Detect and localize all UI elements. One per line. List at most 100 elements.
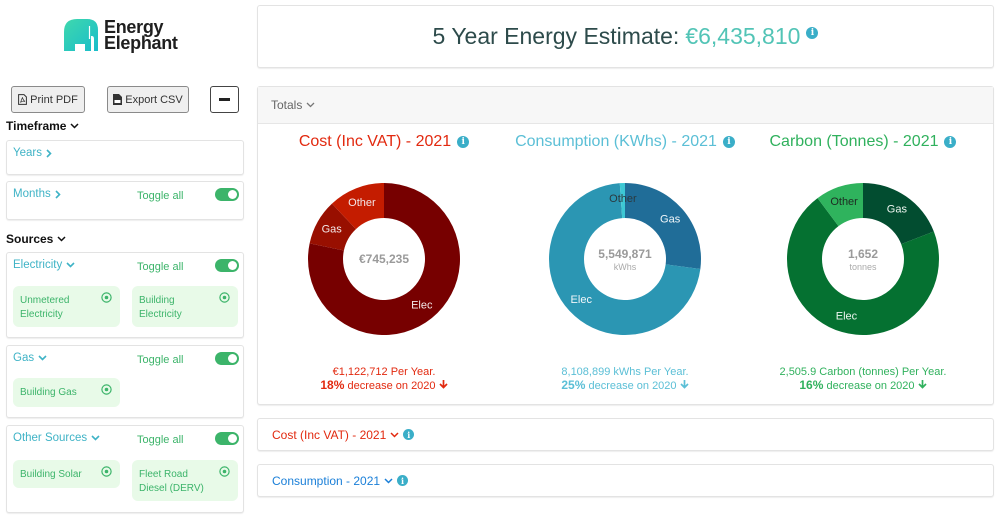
cost-donut-chart: €745,235 Elec Gas Other [308,183,460,335]
chevron-down-icon [390,431,399,438]
cost-summary: €1,122,712 Per Year. 18% decrease on 202… [264,366,504,393]
years-label: Years [13,147,42,159]
donut-label-other: Other [609,193,637,205]
info-icon[interactable]: i [806,27,819,39]
info-icon[interactable]: i [944,136,957,148]
logo[interactable]: Energy Elephant [64,18,178,53]
switch-knob [228,190,237,199]
carbon-change-text: decrease on 2020 [826,380,915,392]
consumption-change-text: decrease on 2020 [588,380,677,392]
carbon-change-pct: 16% [799,378,824,392]
arrow-down-icon [680,380,689,389]
arrow-down-icon [918,380,927,389]
consumption-change: 25% decrease on 2020 [505,379,745,393]
gas-toggle-all-label[interactable]: Toggle all [137,354,183,366]
arrow-down-icon [439,380,448,389]
chevron-right-icon [46,148,52,158]
other-sources-group-toggle[interactable]: Other Sources [13,432,100,444]
collapse-sidebar-button[interactable] [210,86,239,113]
other-toggle-all-label[interactable]: Toggle all [137,434,183,446]
cost-per-year: €1,122,712 Per Year. [332,366,436,378]
donut-label-gas: Gas [322,224,343,236]
switch-knob [228,354,237,363]
consumption-change-pct: 25% [561,378,586,392]
consumption-chart-title: Consumption (KWhs) - 2021 i [505,133,745,151]
years-card: Years [6,140,244,175]
sources-heading[interactable]: Sources [6,232,66,246]
cost-section-toggle[interactable]: Cost (Inc VAT) - 2021 i [258,419,993,450]
info-icon[interactable]: i [722,136,735,148]
switch-knob [228,434,237,443]
electricity-group-toggle[interactable]: Electricity [13,259,75,271]
timeframe-heading-label: Timeframe [6,119,67,133]
gas-toggle-all-switch[interactable] [215,352,239,365]
info-icon[interactable]: i [397,475,409,486]
cost-section-label: Cost (Inc VAT) - 2021 [272,427,387,442]
consumption-section-toggle[interactable]: Consumption - 2021 i [258,465,993,496]
cost-chart-title: Cost (Inc VAT) - 2021 i [264,133,504,151]
switch-knob [228,261,237,270]
radio-selected-icon [101,466,112,477]
other-toggle-all-switch[interactable] [215,432,239,445]
page-title: 5 Year Energy Estimate: €6,435,810 i [258,6,993,67]
radio-selected-icon [219,466,230,477]
source-chip-fleet-road-diesel[interactable]: Fleet Road Diesel (DERV) [132,460,238,501]
donut-label-other: Other [348,197,376,209]
totals-toggle[interactable]: Totals [258,87,993,124]
source-chip-label: Fleet Road Diesel (DERV) [139,469,204,494]
logo-line-2: Elephant [104,33,178,53]
source-chip-building-gas[interactable]: Building Gas [13,378,120,407]
minus-icon [219,98,230,101]
carbon-per-year: 2,505.9 Carbon (tonnes) Per Year. [779,366,947,378]
cost-change-text: decrease on 2020 [347,380,436,392]
other-sources-group-label: Other Sources [13,432,88,444]
radio-selected-icon [219,292,230,303]
source-group-other: Other Sources Toggle all Building Solar … [6,425,244,513]
estimate-title-label: 5 Year Energy Estimate: [432,23,680,49]
electricity-toggle-all-label[interactable]: Toggle all [137,261,183,273]
source-chip-unmetered-electricity[interactable]: Unmetered Electricity [13,286,120,327]
consumption-section-label: Consumption - 2021 [272,473,381,488]
gas-group-label: Gas [13,352,35,364]
donut-center-value: 5,549,871 [598,247,652,261]
chevron-down-icon [91,435,100,441]
years-toggle[interactable]: Years [13,147,52,159]
months-label: Months [13,188,51,200]
source-group-electricity: Electricity Toggle all Unmetered Electri… [6,252,244,338]
sources-heading-label: Sources [6,232,54,246]
radio-selected-icon [101,384,112,395]
electricity-toggle-all-switch[interactable] [215,259,239,272]
estimate-header-card: 5 Year Energy Estimate: €6,435,810 i [257,5,994,68]
export-csv-button[interactable]: Export CSV [107,86,189,113]
source-chip-label: Building Solar [20,469,82,480]
months-toggle[interactable]: Months [13,188,61,200]
info-icon[interactable]: i [457,136,470,148]
timeframe-heading[interactable]: Timeframe [6,119,80,133]
donut-center-value: 1,652 [848,247,878,261]
cost-change: 18% decrease on 2020 [264,379,504,393]
print-pdf-button[interactable]: Print PDF [11,86,85,113]
gas-group-toggle[interactable]: Gas [13,352,47,364]
months-toggle-all-label[interactable]: Toggle all [137,190,183,202]
source-group-gas: Gas Toggle all Building Gas [6,345,244,418]
chevron-down-icon [384,477,393,484]
donut-label-elec: Elec [411,300,433,312]
chevron-down-icon [70,123,80,129]
cost-chart-title-text: Cost (Inc VAT) - 2021 [298,133,452,150]
cost-section-card: Cost (Inc VAT) - 2021 i [257,418,994,451]
donut-label-gas: Gas [660,213,681,225]
consumption-chart-title-text: Consumption (KWhs) - 2021 [515,133,717,150]
chevron-right-icon [55,189,61,199]
donut-center-value: €745,235 [359,252,409,266]
months-toggle-all-switch[interactable] [215,188,239,201]
source-chip-building-electricity[interactable]: Building Electricity [132,286,238,327]
consumption-section-card: Consumption - 2021 i [257,464,994,497]
carbon-chart-title-text: Carbon (Tonnes) - 2021 [769,133,939,150]
consumption-donut-chart: 5,549,871 kWhs Gas Elec Other [549,183,701,335]
donut-label-other: Other [830,196,858,208]
info-icon[interactable]: i [403,429,415,440]
carbon-donut-chart: 1,652 tonnes Gas Elec Other [787,183,939,335]
source-chip-building-solar[interactable]: Building Solar [13,460,120,488]
consumption-per-year: 8,108,899 kWhs Per Year. [561,366,689,378]
carbon-change: 16% decrease on 2020 [743,379,983,393]
